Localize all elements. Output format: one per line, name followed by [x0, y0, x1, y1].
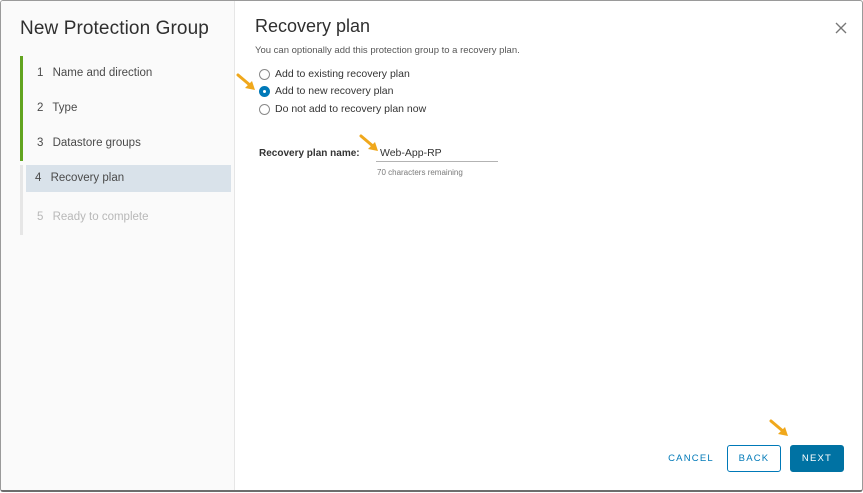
radio-button-selected[interactable]	[259, 85, 270, 97]
option-new-plan[interactable]: Add to new recovery plan	[259, 83, 393, 99]
wizard-sidebar: New Protection Group 1 Name and directio…	[1, 1, 235, 490]
step-type[interactable]: 2 Type	[20, 91, 234, 126]
recovery-plan-name-input[interactable]	[376, 144, 498, 162]
step-label: Type	[52, 102, 78, 114]
step-datastore-groups[interactable]: 3 Datastore groups	[20, 126, 234, 161]
step-number: 5	[37, 211, 44, 223]
characters-remaining-hint: 70 characters remaining	[377, 168, 463, 177]
step-label: Name and direction	[52, 67, 153, 79]
dialog-title: New Protection Group	[20, 18, 209, 39]
page-title: Recovery plan	[255, 16, 371, 36]
step-number: 1	[37, 67, 44, 79]
close-icon[interactable]	[832, 19, 850, 37]
step-label: Recovery plan	[50, 172, 125, 184]
back-button[interactable]: BACK	[727, 445, 781, 472]
step-name-and-direction[interactable]: 1 Name and direction	[20, 56, 234, 91]
step-ready-to-complete: 5 Ready to complete	[20, 200, 234, 235]
option-label: Do not add to recovery plan now	[275, 103, 427, 115]
step-label: Datastore groups	[52, 137, 141, 149]
recovery-plan-name-label: Recovery plan name:	[259, 148, 360, 159]
step-number: 3	[37, 137, 44, 149]
option-label: Add to new recovery plan	[275, 85, 394, 97]
annotation-arrow-icon	[769, 419, 788, 436]
step-recovery-plan[interactable]: 4 Recovery plan	[20, 165, 234, 200]
option-no-plan[interactable]: Do not add to recovery plan now	[259, 101, 426, 117]
radio-button[interactable]	[259, 103, 270, 115]
step-number: 4	[35, 172, 42, 184]
option-label: Add to existing recovery plan	[275, 68, 410, 80]
step-number: 2	[37, 102, 44, 114]
annotation-arrow-icon	[236, 73, 255, 90]
new-protection-group-dialog: New Protection Group 1 Name and directio…	[0, 0, 863, 492]
cancel-button[interactable]: CANCEL	[665, 445, 717, 472]
option-existing-plan[interactable]: Add to existing recovery plan	[259, 66, 410, 82]
wizard-steps: 1 Name and direction 2 Type 3 Datastore …	[20, 56, 234, 235]
wizard-content: Recovery plan You can optionally add thi…	[235, 1, 862, 490]
next-button[interactable]: NEXT	[790, 445, 844, 472]
radio-button[interactable]	[259, 68, 270, 80]
step-label: Ready to complete	[52, 211, 149, 223]
active-step-highlight: 4 Recovery plan	[26, 165, 231, 192]
page-subtitle: You can optionally add this protection g…	[255, 45, 520, 56]
